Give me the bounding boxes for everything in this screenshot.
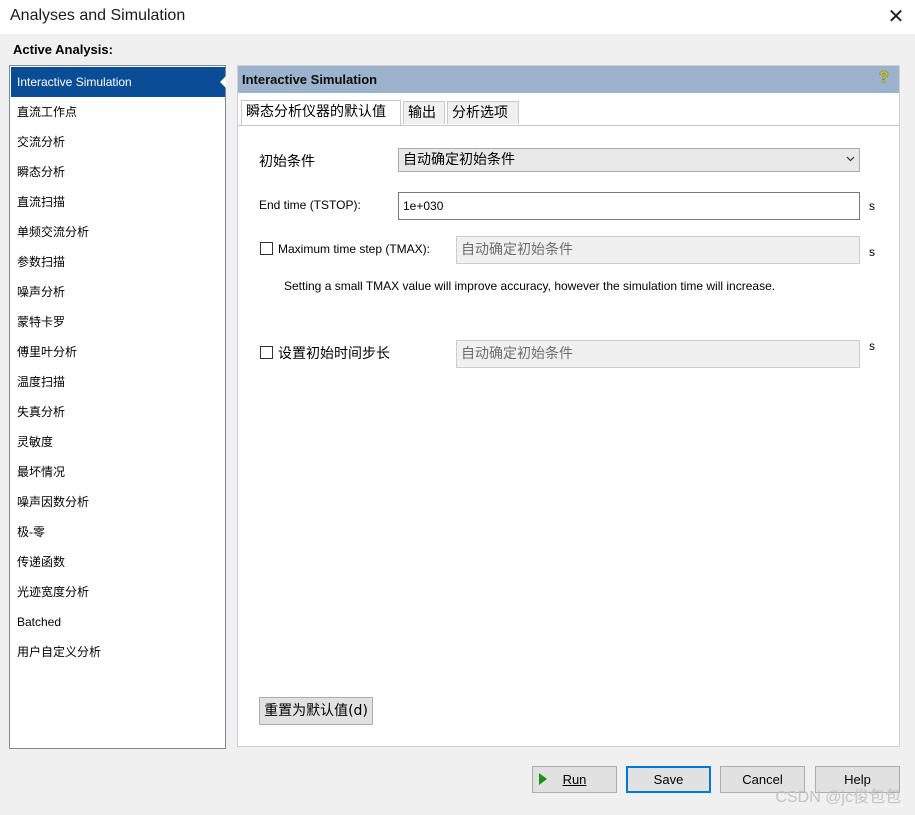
initial-step-label: 设置初始时间步长 bbox=[278, 346, 390, 362]
analysis-item[interactable]: 瞬态分析 bbox=[11, 157, 226, 187]
analysis-item[interactable]: 交流分析 bbox=[11, 127, 226, 157]
selection-arrow-icon bbox=[220, 76, 226, 88]
analysis-item[interactable]: 用户自定义分析 bbox=[11, 637, 226, 667]
initial-conditions-value: 自动确定初始条件 bbox=[403, 152, 515, 168]
help-icon[interactable]: ? bbox=[879, 69, 893, 87]
max-step-unit: s bbox=[869, 245, 875, 259]
panel-header: Interactive Simulation ? bbox=[238, 66, 899, 93]
max-step-input[interactable]: 自动确定初始条件 bbox=[456, 236, 860, 264]
analysis-item[interactable]: 直流工作点 bbox=[11, 97, 226, 127]
run-button[interactable]: Run bbox=[532, 766, 617, 793]
run-label: Run bbox=[562, 772, 587, 787]
analysis-item[interactable]: 傅里叶分析 bbox=[11, 337, 226, 367]
initial-step-checkbox[interactable] bbox=[260, 346, 273, 359]
initial-step-unit: s bbox=[869, 339, 875, 353]
title-bar: Analyses and Simulation ✕ bbox=[0, 0, 915, 34]
close-icon[interactable]: ✕ bbox=[883, 3, 909, 29]
initial-conditions-select[interactable]: 自动确定初始条件 bbox=[398, 148, 860, 172]
tmax-hint: Setting a small TMAX value will improve … bbox=[284, 279, 776, 293]
save-button[interactable]: Save bbox=[626, 766, 711, 793]
watermark: CSDN @jc俊包包 bbox=[775, 789, 901, 806]
window-title: Analyses and Simulation bbox=[10, 7, 186, 24]
analysis-item[interactable]: 灵敏度 bbox=[11, 427, 226, 457]
analysis-item[interactable]: Batched bbox=[11, 607, 226, 637]
end-time-label: End time (TSTOP): bbox=[259, 198, 361, 212]
analysis-item-interactive-simulation[interactable]: Interactive Simulation bbox=[11, 67, 226, 97]
max-step-label: Maximum time step (TMAX): bbox=[278, 242, 431, 256]
play-icon bbox=[539, 773, 547, 785]
initial-step-input[interactable]: 自动确定初始条件 bbox=[456, 340, 860, 368]
analysis-item[interactable]: 失真分析 bbox=[11, 397, 226, 427]
analysis-item[interactable]: 传递函数 bbox=[11, 547, 226, 577]
tab-output[interactable]: 输出 bbox=[403, 101, 445, 124]
settings-panel: Interactive Simulation ? 瞬态分析仪器的默认值 输出 分… bbox=[237, 65, 900, 747]
analysis-list[interactable]: Interactive Simulation 直流工作点 交流分析 瞬态分析 直… bbox=[9, 65, 226, 749]
analysis-item[interactable]: 极-零 bbox=[11, 517, 226, 547]
panel-title: Interactive Simulation bbox=[242, 72, 378, 87]
end-time-input[interactable]: 1e+030 bbox=[398, 192, 860, 220]
analysis-item[interactable]: 直流扫描 bbox=[11, 187, 226, 217]
analysis-item[interactable]: 温度扫描 bbox=[11, 367, 226, 397]
chevron-down-icon bbox=[846, 156, 855, 162]
initial-conditions-label: 初始条件 bbox=[259, 154, 315, 170]
analysis-item[interactable]: 光迹宽度分析 bbox=[11, 577, 226, 607]
tab-analysis-options[interactable]: 分析选项 bbox=[447, 101, 519, 124]
end-time-unit: s bbox=[869, 199, 875, 213]
analysis-item[interactable]: 最坏情况 bbox=[11, 457, 226, 487]
max-step-checkbox[interactable] bbox=[260, 242, 273, 255]
analysis-item[interactable]: 蒙特卡罗 bbox=[11, 307, 226, 337]
analysis-item[interactable]: 噪声分析 bbox=[11, 277, 226, 307]
reset-defaults-button[interactable]: 重置为默认值(d) bbox=[259, 697, 373, 725]
tab-transient-defaults[interactable]: 瞬态分析仪器的默认值 bbox=[241, 100, 401, 125]
analysis-item[interactable]: 参数扫描 bbox=[11, 247, 226, 277]
analysis-item[interactable]: 噪声因数分析 bbox=[11, 487, 226, 517]
active-analysis-label: Active Analysis: bbox=[13, 42, 113, 57]
analysis-item[interactable]: 单频交流分析 bbox=[11, 217, 226, 247]
tab-divider bbox=[238, 125, 899, 126]
